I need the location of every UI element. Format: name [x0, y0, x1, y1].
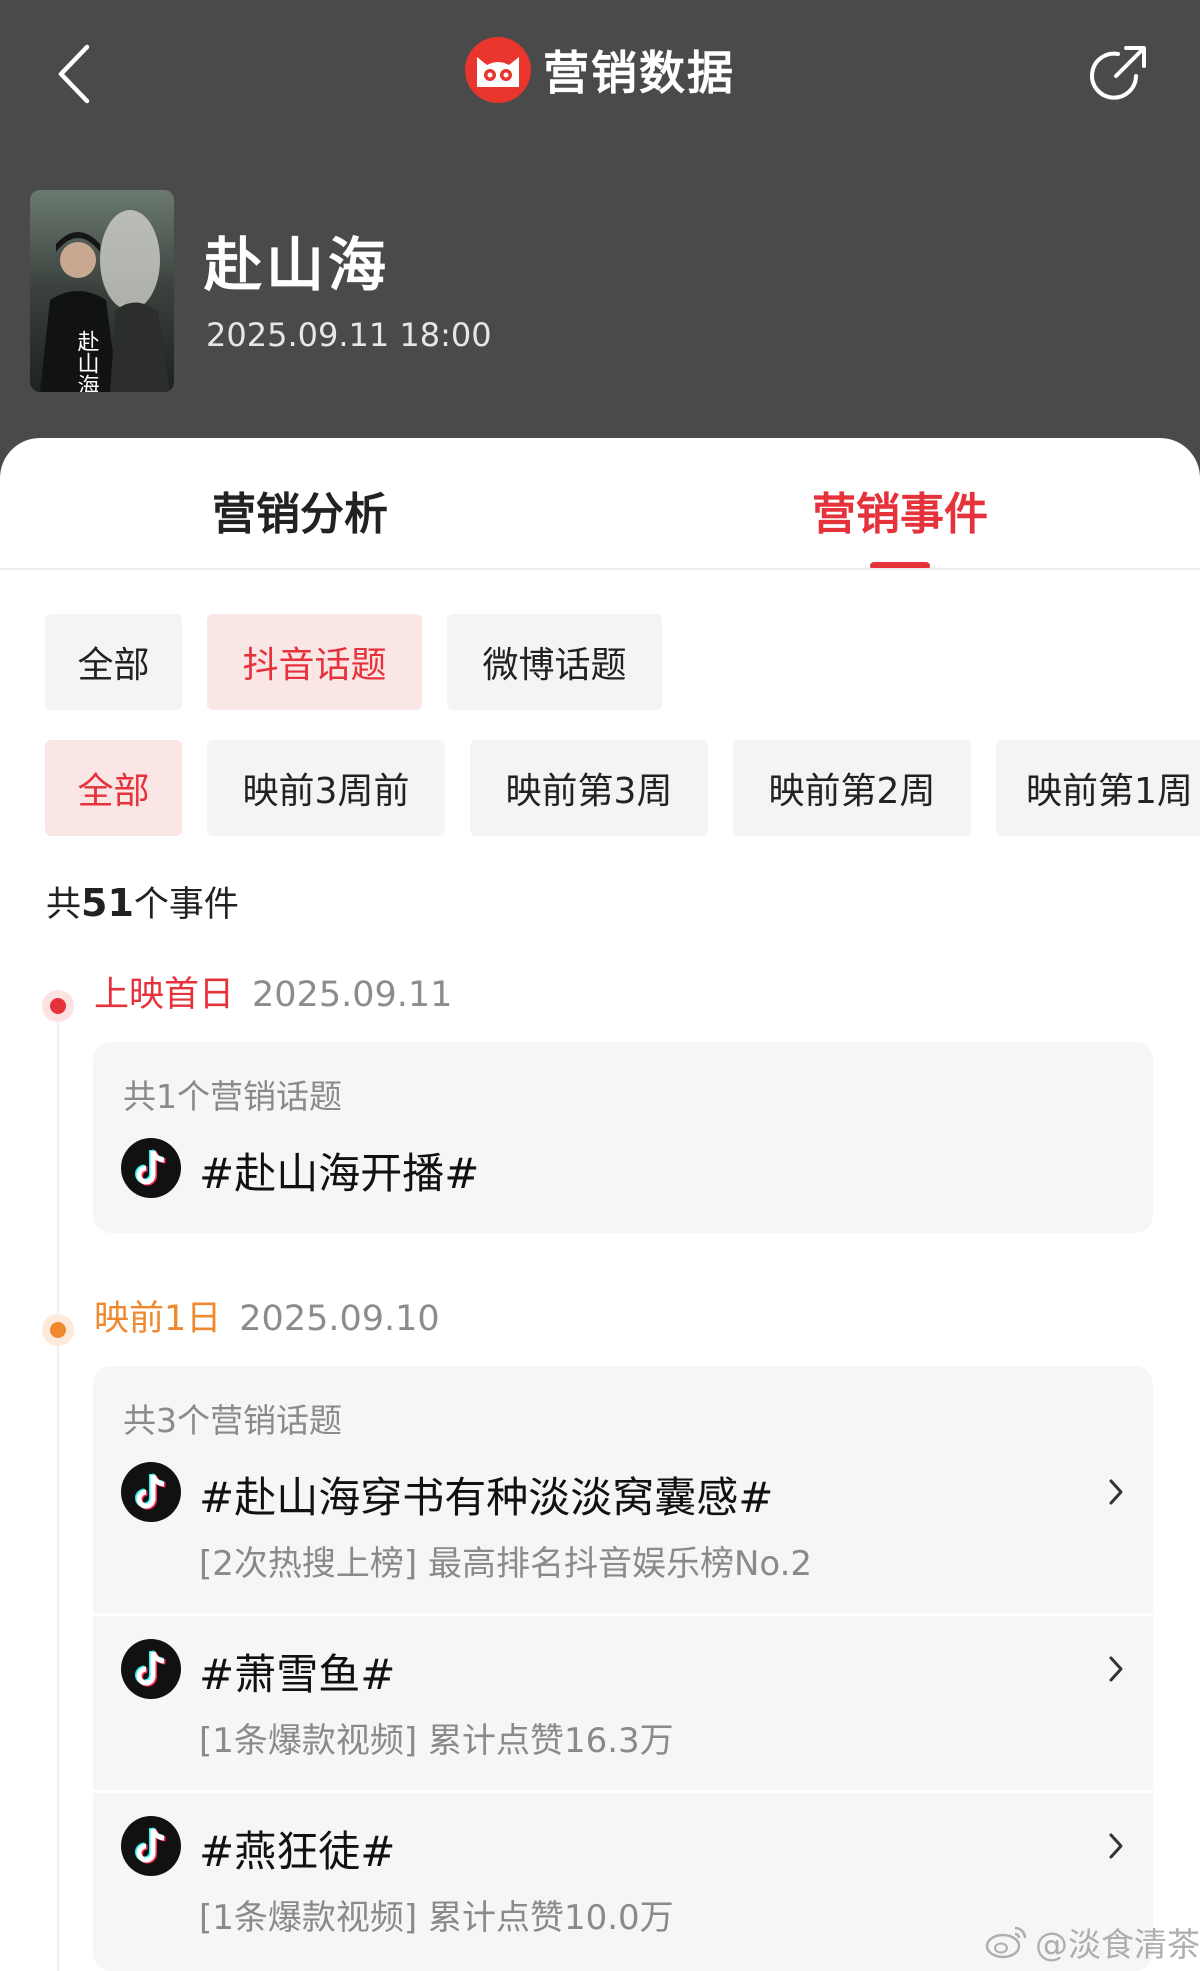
chevron-right-icon — [1101, 1474, 1131, 1510]
filter-period-week2[interactable]: 映前第2周 — [733, 740, 971, 836]
filter-period-3weeks-before[interactable]: 映前3周前 — [207, 740, 445, 836]
filter-period-all[interactable]: 全部 — [45, 740, 182, 836]
topic-note: [1条爆款视频] 累计点赞10.0万 — [199, 1898, 674, 1938]
row-divider — [93, 1790, 1153, 1793]
event-header: 映前1日 2025.09.10 — [94, 1290, 440, 1341]
douyin-icon — [121, 1639, 181, 1699]
event-label: 上映首日 — [94, 975, 235, 1015]
filter-platform-all[interactable]: 全部 — [45, 614, 182, 710]
tab-marketing-analysis[interactable]: 营销分析 — [150, 470, 450, 550]
event-header: 上映首日 2025.09.11 — [94, 966, 452, 1017]
timeline-dot-orange — [42, 1314, 74, 1346]
tab-divider — [0, 568, 1200, 570]
topic-row[interactable]: #赴山海穿书有种淡淡窝囊感# [2次热搜上榜] 最高排名抖音娱乐榜No.2 — [93, 1462, 1153, 1612]
event-label: 映前1日 — [94, 1299, 222, 1339]
svg-text:赴山海: 赴山海 — [74, 330, 100, 392]
topic-name: #燕狂徒# — [199, 1827, 396, 1876]
timeline-line — [57, 998, 59, 1971]
event-card: 共1个营销话题 #赴山海开播# — [93, 1042, 1153, 1233]
event-date: 2025.09.11 — [252, 975, 453, 1015]
topic-name: #赴山海开播# — [199, 1149, 480, 1198]
douyin-icon — [121, 1462, 181, 1522]
weibo-icon — [985, 1926, 1027, 1959]
movie-title: 赴山海 — [204, 231, 391, 299]
filter-period-week1[interactable]: 映前第1周 — [996, 740, 1200, 836]
tab-marketing-events[interactable]: 营销事件 — [750, 470, 1050, 550]
watermark-text: @淡食清茶 — [1035, 1925, 1200, 1964]
header: 营销数据 赴山海 赴山海 2025.09.11 18:00 — [0, 0, 1200, 480]
share-icon — [1090, 46, 1146, 100]
topic-note: [1条爆款视频] 累计点赞16.3万 — [199, 1721, 674, 1761]
douyin-icon — [121, 1816, 181, 1876]
timeline-dot-red — [42, 990, 74, 1022]
topic-count: 共1个营销话题 — [123, 1077, 342, 1116]
title-bar: 营销数据 — [0, 30, 1200, 110]
content-sheet: 营销分析 营销事件 全部 抖音话题 微博话题 全部 映前3周前 映前第3周 映前… — [0, 438, 1200, 1971]
topic-name: #萧雪鱼# — [199, 1650, 396, 1699]
douyin-icon — [121, 1138, 181, 1198]
chevron-right-icon — [1101, 1828, 1131, 1864]
movie-poster[interactable]: 赴山海 — [30, 190, 174, 392]
cat-logo-icon — [465, 37, 531, 103]
page-title: 营销数据 — [543, 46, 735, 100]
share-button[interactable] — [1084, 40, 1152, 108]
event-count: 共51个事件 — [46, 881, 239, 925]
topic-row[interactable]: #萧雪鱼# [1条爆款视频] 累计点赞16.3万 — [93, 1639, 1153, 1789]
event-date: 2025.09.10 — [239, 1299, 440, 1339]
topic-row[interactable]: #赴山海开播# — [93, 1138, 1153, 1218]
row-divider — [93, 1613, 1153, 1616]
topic-note: [2次热搜上榜] 最高排名抖音娱乐榜No.2 — [199, 1544, 813, 1584]
movie-release-time: 2025.09.11 18:00 — [206, 316, 492, 354]
chevron-right-icon — [1101, 1651, 1131, 1687]
topic-count: 共3个营销话题 — [123, 1401, 342, 1440]
filter-platform-weibo[interactable]: 微博话题 — [447, 614, 662, 710]
filter-period-week3[interactable]: 映前第3周 — [470, 740, 708, 836]
filter-platform-douyin[interactable]: 抖音话题 — [207, 614, 422, 710]
topic-name: #赴山海穿书有种淡淡窝囊感# — [199, 1473, 774, 1522]
event-card: 共3个营销话题 #赴山海穿书有种淡淡窝囊感# [2次热搜上榜] 最高排名抖音娱乐… — [93, 1366, 1153, 1971]
watermark: @淡食清茶 — [985, 1918, 1200, 1966]
